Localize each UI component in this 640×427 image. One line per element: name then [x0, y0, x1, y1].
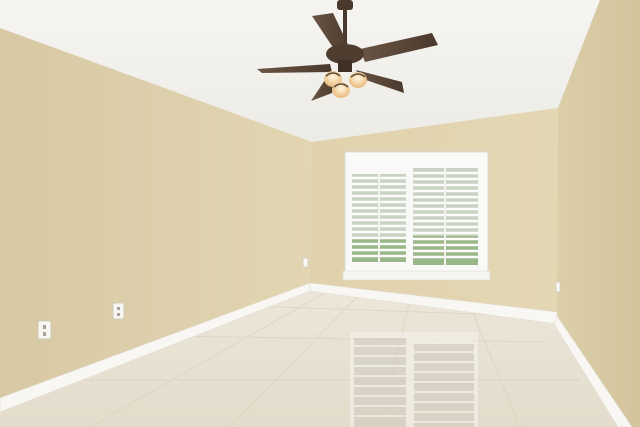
empty-room-scene [0, 0, 640, 427]
window-mullion [406, 160, 413, 272]
electrical-outlet-2 [112, 302, 125, 320]
plantation-shutter-window [342, 151, 491, 281]
window-reflection [350, 332, 478, 427]
electrical-outlet-3 [302, 257, 309, 268]
electrical-outlet [37, 320, 52, 340]
electrical-outlet-4 [555, 281, 561, 293]
window-sill [342, 270, 491, 281]
